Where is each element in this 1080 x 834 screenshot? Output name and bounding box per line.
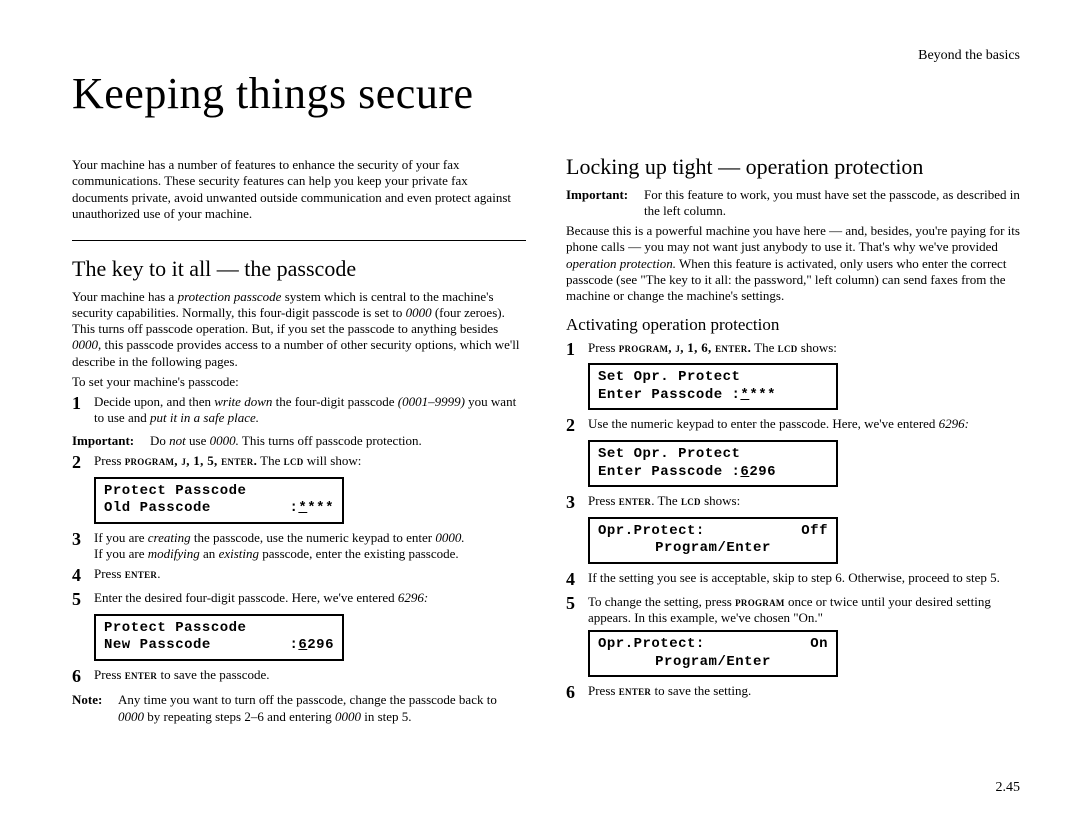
intro-paragraph: Your machine has a number of features to… (72, 157, 526, 222)
set-passcode-prompt: To set your machine's passcode: (72, 374, 526, 390)
page-title: Keeping things secure (72, 68, 1020, 119)
divider (72, 240, 526, 241)
r-step-4: 4 If the setting you see is acceptable, … (566, 570, 1020, 590)
manual-page: Beyond the basics Keeping things secure … (0, 0, 1080, 834)
step-2: 2 Press program, j, 1, 5, enter. The lcd… (72, 453, 526, 473)
section-heading-passcode: The key to it all — the passcode (72, 255, 526, 283)
lcd-display-enter-passcode-stars: Set Opr. Protect Enter Passcode :**** (588, 363, 838, 410)
r-step-6: 6 Press enter to save the setting. (566, 683, 1020, 703)
step-number: 4 (566, 570, 588, 590)
step-number: 3 (72, 530, 94, 563)
passcode-paragraph: Your machine has a protection passcode s… (72, 289, 526, 370)
operation-protection-paragraph: Because this is a powerful machine you h… (566, 223, 1020, 304)
step-number: 3 (566, 493, 588, 513)
important-note: Important: Do not use 0000. This turns o… (72, 433, 526, 449)
section-heading-operation-protection: Locking up tight — operation protection (566, 153, 1020, 181)
step-number: 5 (72, 590, 94, 610)
two-column-layout: Your machine has a number of features to… (72, 153, 1020, 729)
step-number: 4 (72, 566, 94, 586)
running-header: Beyond the basics (918, 48, 1020, 64)
step-number: 1 (72, 394, 94, 427)
lcd-display-enter-passcode-6296: Set Opr. Protect Enter Passcode :6296 (588, 440, 838, 487)
step-1: 1 Decide upon, and then write down the f… (72, 394, 526, 427)
step-number: 1 (566, 340, 588, 360)
step-number: 6 (566, 683, 588, 703)
r-step-2: 2 Use the numeric keypad to enter the pa… (566, 416, 1020, 436)
page-number: 2.45 (996, 780, 1021, 796)
step-number: 6 (72, 667, 94, 687)
step-6: 6 Press enter to save the passcode. (72, 667, 526, 687)
left-column: Your machine has a number of features to… (72, 153, 526, 729)
step-5: 5 Enter the desired four-digit passcode.… (72, 590, 526, 610)
r-step-5: 5 To change the setting, press program o… (566, 594, 1020, 627)
step-number: 2 (566, 416, 588, 436)
step-3: 3 If you are creating the passcode, use … (72, 530, 526, 563)
right-column: Locking up tight — operation protection … (566, 153, 1020, 729)
lcd-display-old-passcode: Protect Passcode Old Passcode :**** (94, 477, 344, 524)
r-step-3: 3 Press enter. The lcd shows: (566, 493, 1020, 513)
r-step-1: 1 Press program, j, 1, 6, enter. The lcd… (566, 340, 1020, 360)
subsection-heading-activating: Activating operation protection (566, 314, 1020, 335)
step-number: 2 (72, 453, 94, 473)
important-note-right: Important: For this feature to work, you… (566, 187, 1020, 220)
step-4: 4 Press enter. (72, 566, 526, 586)
lcd-display-opr-protect-on: Opr.Protect:On Program/Enter (588, 630, 838, 677)
step-number: 5 (566, 594, 588, 627)
footer-note: Note: Any time you want to turn off the … (72, 692, 526, 725)
lcd-display-opr-protect-off: Opr.Protect:Off Program/Enter (588, 517, 838, 564)
lcd-display-new-passcode: Protect Passcode New Passcode :6296 (94, 614, 344, 661)
